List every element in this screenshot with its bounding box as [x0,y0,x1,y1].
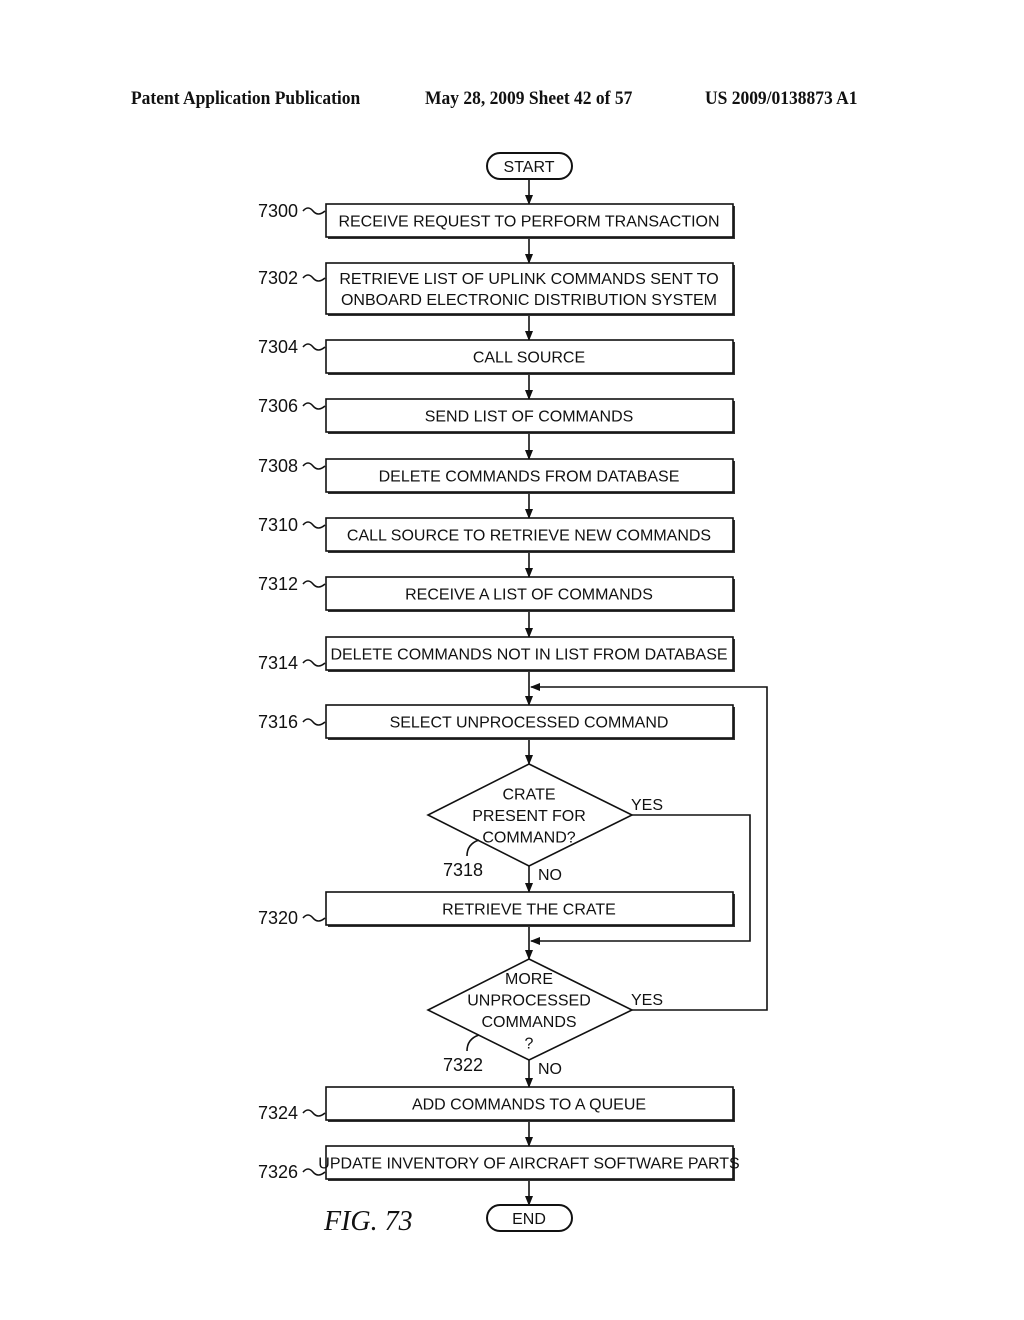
process-step-7308: DELETE COMMANDS FROM DATABASE 7308 [258,456,735,494]
reference-numeral: 7318 [443,860,483,880]
yes-label: YES [631,797,663,814]
reference-numeral: 7306 [258,396,298,416]
process-step-7316: SELECT UNPROCESSED COMMAND 7316 [258,704,735,740]
leader-line [302,521,326,529]
decision-7322: MORE UNPROCESSED COMMANDS? 7322 YES NO [426,958,663,1078]
step-text: CALL SOURCE [473,350,585,367]
process-step-7326: UPDATE INVENTORY OF AIRCRAFT SOFTWARE PA… [258,1145,740,1182]
reference-numeral: 7322 [443,1055,483,1075]
reference-numeral: 7308 [258,456,298,476]
step-text: DELETE COMMANDS NOT IN LIST FROM DATABAS… [330,647,727,664]
reference-numeral: 7310 [258,515,298,535]
decision-text: COMMANDS [481,1014,576,1031]
decision-text: COMMAND? [482,830,575,847]
nodes: RECEIVE REQUEST TO PERFORM TRANSACTION 73… [258,152,740,1232]
process-step-7320: RETRIEVE THE CRATE 7320 [258,891,735,928]
leader-line [302,1109,326,1117]
step-text: SEND LIST OF COMMANDS [425,409,634,426]
reference-numeral: 7314 [258,653,298,673]
leader-line [302,659,326,667]
step-text: DELETE COMMANDS FROM DATABASE [379,469,680,486]
leader-line [302,402,326,410]
connectors [525,179,768,1206]
step-text: ADD COMMANDS TO A QUEUE [412,1097,646,1114]
figure-label: FIG. 73 [323,1206,413,1237]
process-step-7306: SEND LIST OF COMMANDS 7306 [258,396,735,434]
step-text: RETRIEVE LIST OF UPLINK COMMANDS SENT TO [339,271,718,288]
yes-label: YES [631,992,663,1009]
step-text: RECEIVE A LIST OF COMMANDS [405,587,653,604]
process-step-7314: DELETE COMMANDS NOT IN LIST FROM DATABAS… [258,636,735,673]
reference-numeral: 7304 [258,337,298,357]
decision-text: UNPROCESSED [467,992,591,1009]
reference-numeral: 7324 [258,1103,298,1123]
step-text: RETRIEVE THE CRATE [442,902,616,919]
no-label: NO [538,867,562,884]
step-text: ONBOARD ELECTRONIC DISTRIBUTION SYSTEM [341,292,717,309]
process-step-7302: RETRIEVE LIST OF UPLINK COMMANDS SENT TO… [258,262,735,316]
decision-7318: CRATE PRESENT FOR COMMAND? 7318 YES NO [426,763,663,884]
reference-numeral: 7312 [258,574,298,594]
reference-numeral: 7316 [258,712,298,732]
terminal-start: START [486,152,573,180]
terminal-text: END [512,1211,546,1228]
leader-line [302,718,326,726]
no-label: NO [538,1061,562,1078]
leader-line [466,1034,480,1052]
decision-text: PRESENT FOR [472,808,586,825]
leader-line [302,343,326,351]
reference-numeral: 7302 [258,268,298,288]
process-step-7304: CALL SOURCE 7304 [258,337,735,375]
decision-text: MORE [505,971,553,988]
step-text: RECEIVE REQUEST TO PERFORM TRANSACTION [338,214,719,231]
decision-text: ? [525,1035,534,1052]
leader-line [302,462,326,470]
process-step-7310: CALL SOURCE TO RETRIEVE NEW COMMANDS 7310 [258,515,735,553]
reference-numeral: 7300 [258,201,298,221]
terminal-end: END [486,1204,573,1232]
leader-line [302,274,326,282]
process-step-7324: ADD COMMANDS TO A QUEUE 7324 [258,1086,735,1123]
step-text: UPDATE INVENTORY OF AIRCRAFT SOFTWARE PA… [318,1156,739,1173]
leader-line [302,914,326,922]
reference-numeral: 7326 [258,1162,298,1182]
flowchart: RECEIVE REQUEST TO PERFORM TRANSACTION 73… [258,152,768,1237]
process-step-7300: RECEIVE REQUEST TO PERFORM TRANSACTION 73… [258,201,735,239]
leader-line [466,839,480,857]
leader-line [302,207,326,215]
step-text: CALL SOURCE TO RETRIEVE NEW COMMANDS [347,528,711,545]
terminal-text: START [504,159,555,176]
process-step-7312: RECEIVE A LIST OF COMMANDS 7312 [258,574,735,612]
step-text: SELECT UNPROCESSED COMMAND [390,715,669,732]
reference-numeral: 7320 [258,908,298,928]
decision-text: CRATE [502,787,555,804]
leader-line [302,580,326,588]
